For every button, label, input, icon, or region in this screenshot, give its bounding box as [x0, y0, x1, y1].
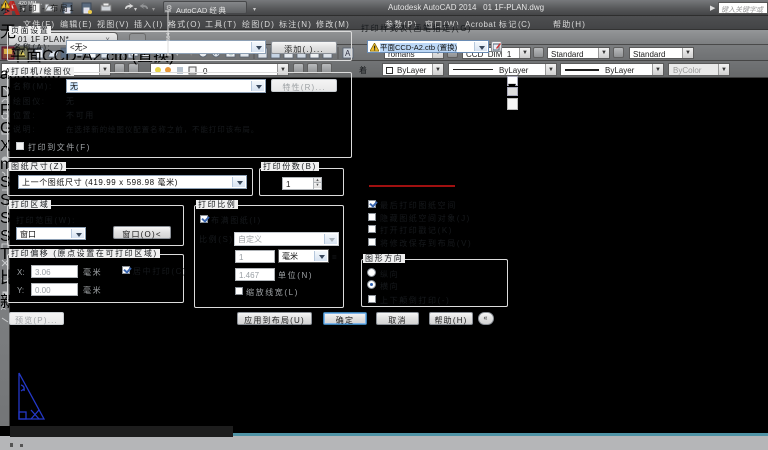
svg-text:594: 594 [166, 32, 172, 41]
